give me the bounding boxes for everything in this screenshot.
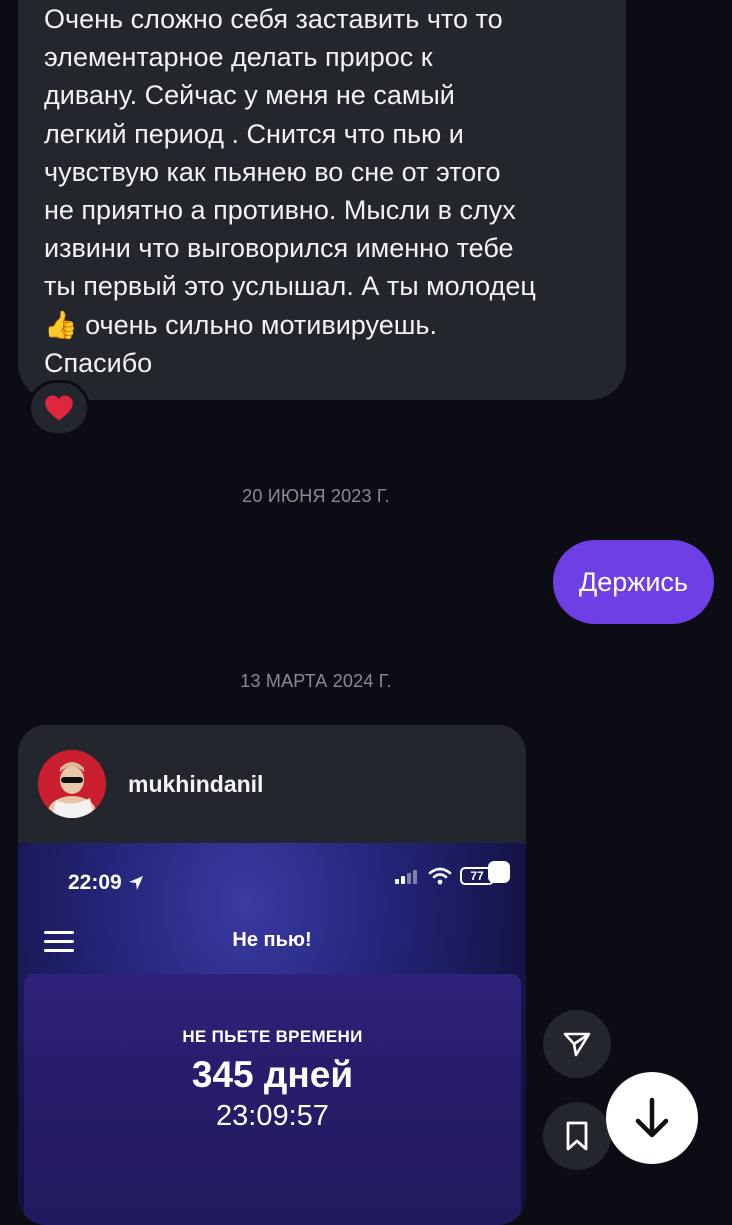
preview-app-title: Не пью! — [232, 929, 312, 951]
wifi-icon — [428, 867, 452, 885]
preview-counter-panel: НЕ ПЬЕТЕ ВРЕМЕНИ 345 дней 23:09:57 — [24, 974, 521, 1225]
scroll-to-bottom-button[interactable] — [606, 1072, 698, 1164]
arrow-down-icon — [635, 1097, 669, 1138]
date-separator: 13 МАРТА 2024 Г. — [240, 671, 392, 691]
signal-icon — [395, 870, 417, 884]
preview-status-time: 22:09 — [68, 871, 144, 895]
post-author-username[interactable]: mukhindanil — [128, 771, 263, 798]
preview-time-text: 22:09 — [68, 871, 122, 894]
preview-status-icons: 77 — [394, 861, 510, 885]
bookmark-icon — [566, 1121, 588, 1151]
incoming-message-text: Очень сложно себя заставить что то элеме… — [44, 4, 536, 378]
heart-icon — [45, 395, 73, 421]
preview-days-count: 345 дней — [191, 1054, 354, 1095]
preview-timer: 23:09:57 — [216, 1100, 329, 1132]
avatar-image — [38, 750, 106, 818]
location-arrow-icon — [128, 876, 143, 890]
date-separator: 20 ИЮНЯ 2023 Г. — [242, 486, 390, 506]
shared-post-card[interactable]: mukhindanil 22:09 77 Не пью! НЕ ПЬЕТЕ ВР… — [18, 725, 526, 1225]
battery-level: 77 — [470, 869, 484, 883]
post-preview-image[interactable]: 22:09 77 Не пью! НЕ ПЬЕТЕ ВРЕМЕНИ 345 дн… — [18, 843, 526, 1225]
message-reaction[interactable] — [28, 380, 90, 436]
send-icon — [563, 1032, 591, 1057]
avatar[interactable] — [38, 750, 106, 818]
outgoing-message-bubble[interactable]: Держись — [552, 540, 714, 624]
save-button[interactable] — [543, 1102, 611, 1170]
share-button[interactable] — [543, 1010, 611, 1078]
outgoing-message-text: Держись — [578, 566, 688, 597]
battery-icon: 77 — [460, 867, 494, 885]
preview-counter-label: НЕ ПЬЕТЕ ВРЕМЕНИ — [182, 1027, 363, 1046]
